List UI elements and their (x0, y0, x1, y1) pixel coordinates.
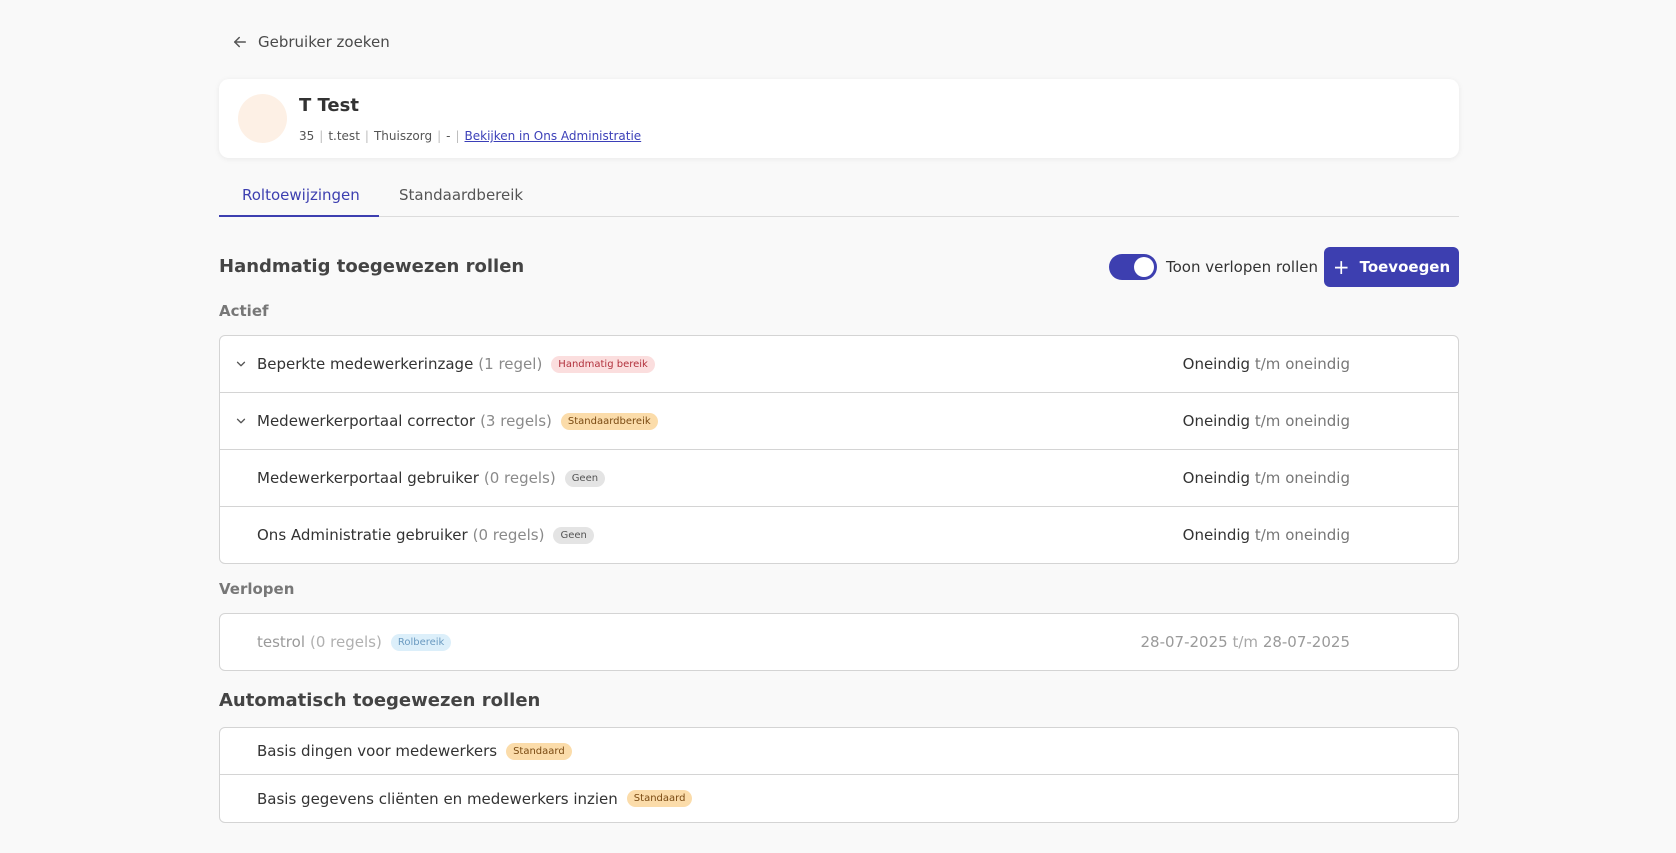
valid-to: oneindig (1285, 469, 1350, 487)
valid-to: 28-07-2025 (1262, 633, 1350, 651)
meta-separator: | (319, 129, 324, 143)
user-meta-username: t.test (328, 129, 360, 143)
arrow-left-icon (234, 36, 246, 48)
user-name: T Test (299, 95, 359, 116)
role-name: Medewerkerportaal gebruiker (0 regels) G… (257, 469, 606, 487)
avatar (238, 94, 287, 143)
role-label: Medewerkerportaal corrector (257, 412, 476, 430)
valid-from: Oneindig (1182, 469, 1251, 487)
valid-sep: t/m (1254, 469, 1281, 487)
expired-roles-label: Verlopen (219, 580, 295, 598)
active-roles-list: Beperkte medewerkerinzage (1 regel) Hand… (219, 335, 1459, 564)
role-row[interactable]: Medewerkerportaal corrector (3 regels) S… (220, 393, 1458, 450)
valid-from: Oneindig (1182, 526, 1251, 544)
valid-from: Oneindig (1182, 355, 1251, 373)
role-name: Basis dingen voor medewerkers Standaard (257, 742, 572, 760)
role-row[interactable]: testrol (0 regels) Rolbereik 28-07-2025 … (220, 614, 1458, 670)
user-meta-department: Thuiszorg (373, 129, 433, 143)
role-validity: Oneindig t/m oneindig (1183, 469, 1350, 487)
role-rule-count: (0 regels) (483, 469, 556, 487)
valid-from: Oneindig (1182, 412, 1251, 430)
valid-to: oneindig (1285, 526, 1350, 544)
role-label: Medewerkerportaal gebruiker (257, 469, 479, 487)
scope-badge: Standaardbereik (560, 412, 658, 430)
toggle-knob (1134, 257, 1154, 277)
role-validity: Oneindig t/m oneindig (1183, 355, 1350, 373)
role-validity: 28-07-2025 t/m 28-07-2025 (1141, 633, 1350, 651)
scope-badge: Geen (564, 469, 606, 487)
scope-badge: Handmatig bereik (551, 355, 655, 373)
meta-separator: | (437, 129, 442, 143)
show-expired-toggle[interactable] (1109, 254, 1157, 280)
role-label: Beperkte medewerkerinzage (257, 355, 474, 373)
back-link-label: Gebruiker zoeken (258, 33, 390, 51)
meta-separator: | (455, 129, 460, 143)
tab-bar: Roltoewijzingen Standaardbereik (219, 180, 1459, 217)
role-label: Ons Administratie gebruiker (257, 526, 468, 544)
role-label: Basis dingen voor medewerkers (257, 742, 498, 760)
role-row[interactable]: Medewerkerportaal gebruiker (0 regels) G… (220, 450, 1458, 507)
role-row[interactable]: Basis dingen voor medewerkers Standaard (220, 728, 1458, 775)
scope-badge: Standaard (506, 742, 572, 760)
scope-badge: Rolbereik (390, 633, 452, 651)
role-name: Ons Administratie gebruiker (0 regels) G… (257, 526, 594, 544)
automatic-roles-list: Basis dingen voor medewerkers Standaard … (219, 727, 1459, 823)
chevron-down-icon[interactable] (234, 357, 248, 371)
valid-sep: t/m (1254, 526, 1281, 544)
role-label: Basis gegevens cliënten en medewerkers i… (257, 789, 618, 808)
role-label: testrol (257, 633, 305, 651)
role-rule-count: (3 regels) (480, 412, 552, 430)
role-rule-count: (1 regel) (478, 355, 543, 373)
add-role-button[interactable]: + Toevoegen (1324, 247, 1459, 287)
tab-standaardbereik[interactable]: Standaardbereik (399, 186, 523, 204)
role-row[interactable]: Ons Administratie gebruiker (0 regels) G… (220, 507, 1458, 563)
user-meta-extra: - (446, 129, 451, 143)
valid-to: oneindig (1285, 412, 1350, 430)
active-tab-indicator (219, 215, 379, 217)
plus-icon: + (1332, 255, 1350, 279)
role-validity: Oneindig t/m oneindig (1183, 412, 1350, 430)
tab-roltoewijzingen[interactable]: Roltoewijzingen (242, 186, 360, 204)
role-name: Basis gegevens cliënten en medewerkers i… (257, 789, 693, 808)
role-name: Beperkte medewerkerinzage (1 regel) Hand… (257, 355, 655, 373)
role-validity: Oneindig t/m oneindig (1183, 526, 1350, 544)
expired-roles-list: testrol (0 regels) Rolbereik 28-07-2025 … (219, 613, 1459, 671)
show-expired-label: Toon verlopen rollen (1166, 258, 1318, 276)
valid-sep: t/m (1254, 412, 1281, 430)
role-name: testrol (0 regels) Rolbereik (257, 633, 452, 651)
role-name: Medewerkerportaal corrector (3 regels) S… (257, 412, 658, 430)
role-row[interactable]: Beperkte medewerkerinzage (1 regel) Hand… (220, 336, 1458, 393)
automatic-roles-title: Automatisch toegewezen rollen (219, 690, 541, 711)
meta-separator: | (364, 129, 369, 143)
valid-from: 28-07-2025 (1140, 633, 1228, 651)
role-rule-count: (0 regels) (310, 633, 382, 651)
user-meta-id: 35 (299, 129, 315, 143)
valid-to: oneindig (1285, 355, 1350, 373)
show-expired-toggle-group: Toon verlopen rollen (1109, 254, 1318, 280)
scope-badge: Standaard (626, 790, 693, 807)
add-role-label: Toevoegen (1359, 258, 1451, 276)
scope-badge: Geen (553, 526, 594, 544)
role-rule-count: (0 regels) (472, 526, 545, 544)
back-link[interactable]: Gebruiker zoeken (231, 33, 390, 51)
view-in-admin-link[interactable]: Bekijken in Ons Administratie (465, 129, 642, 143)
chevron-down-icon[interactable] (234, 414, 248, 428)
manual-roles-title: Handmatig toegewezen rollen (219, 256, 525, 277)
active-roles-label: Actief (219, 302, 269, 320)
user-meta: 35 | t.test | Thuiszorg | - | Bekijken i… (299, 129, 641, 143)
valid-sep: t/m (1254, 355, 1281, 373)
role-row[interactable]: Basis gegevens cliënten en medewerkers i… (220, 775, 1458, 822)
user-card: T Test 35 | t.test | Thuiszorg | - | Bek… (219, 79, 1459, 158)
valid-sep: t/m (1232, 633, 1259, 651)
